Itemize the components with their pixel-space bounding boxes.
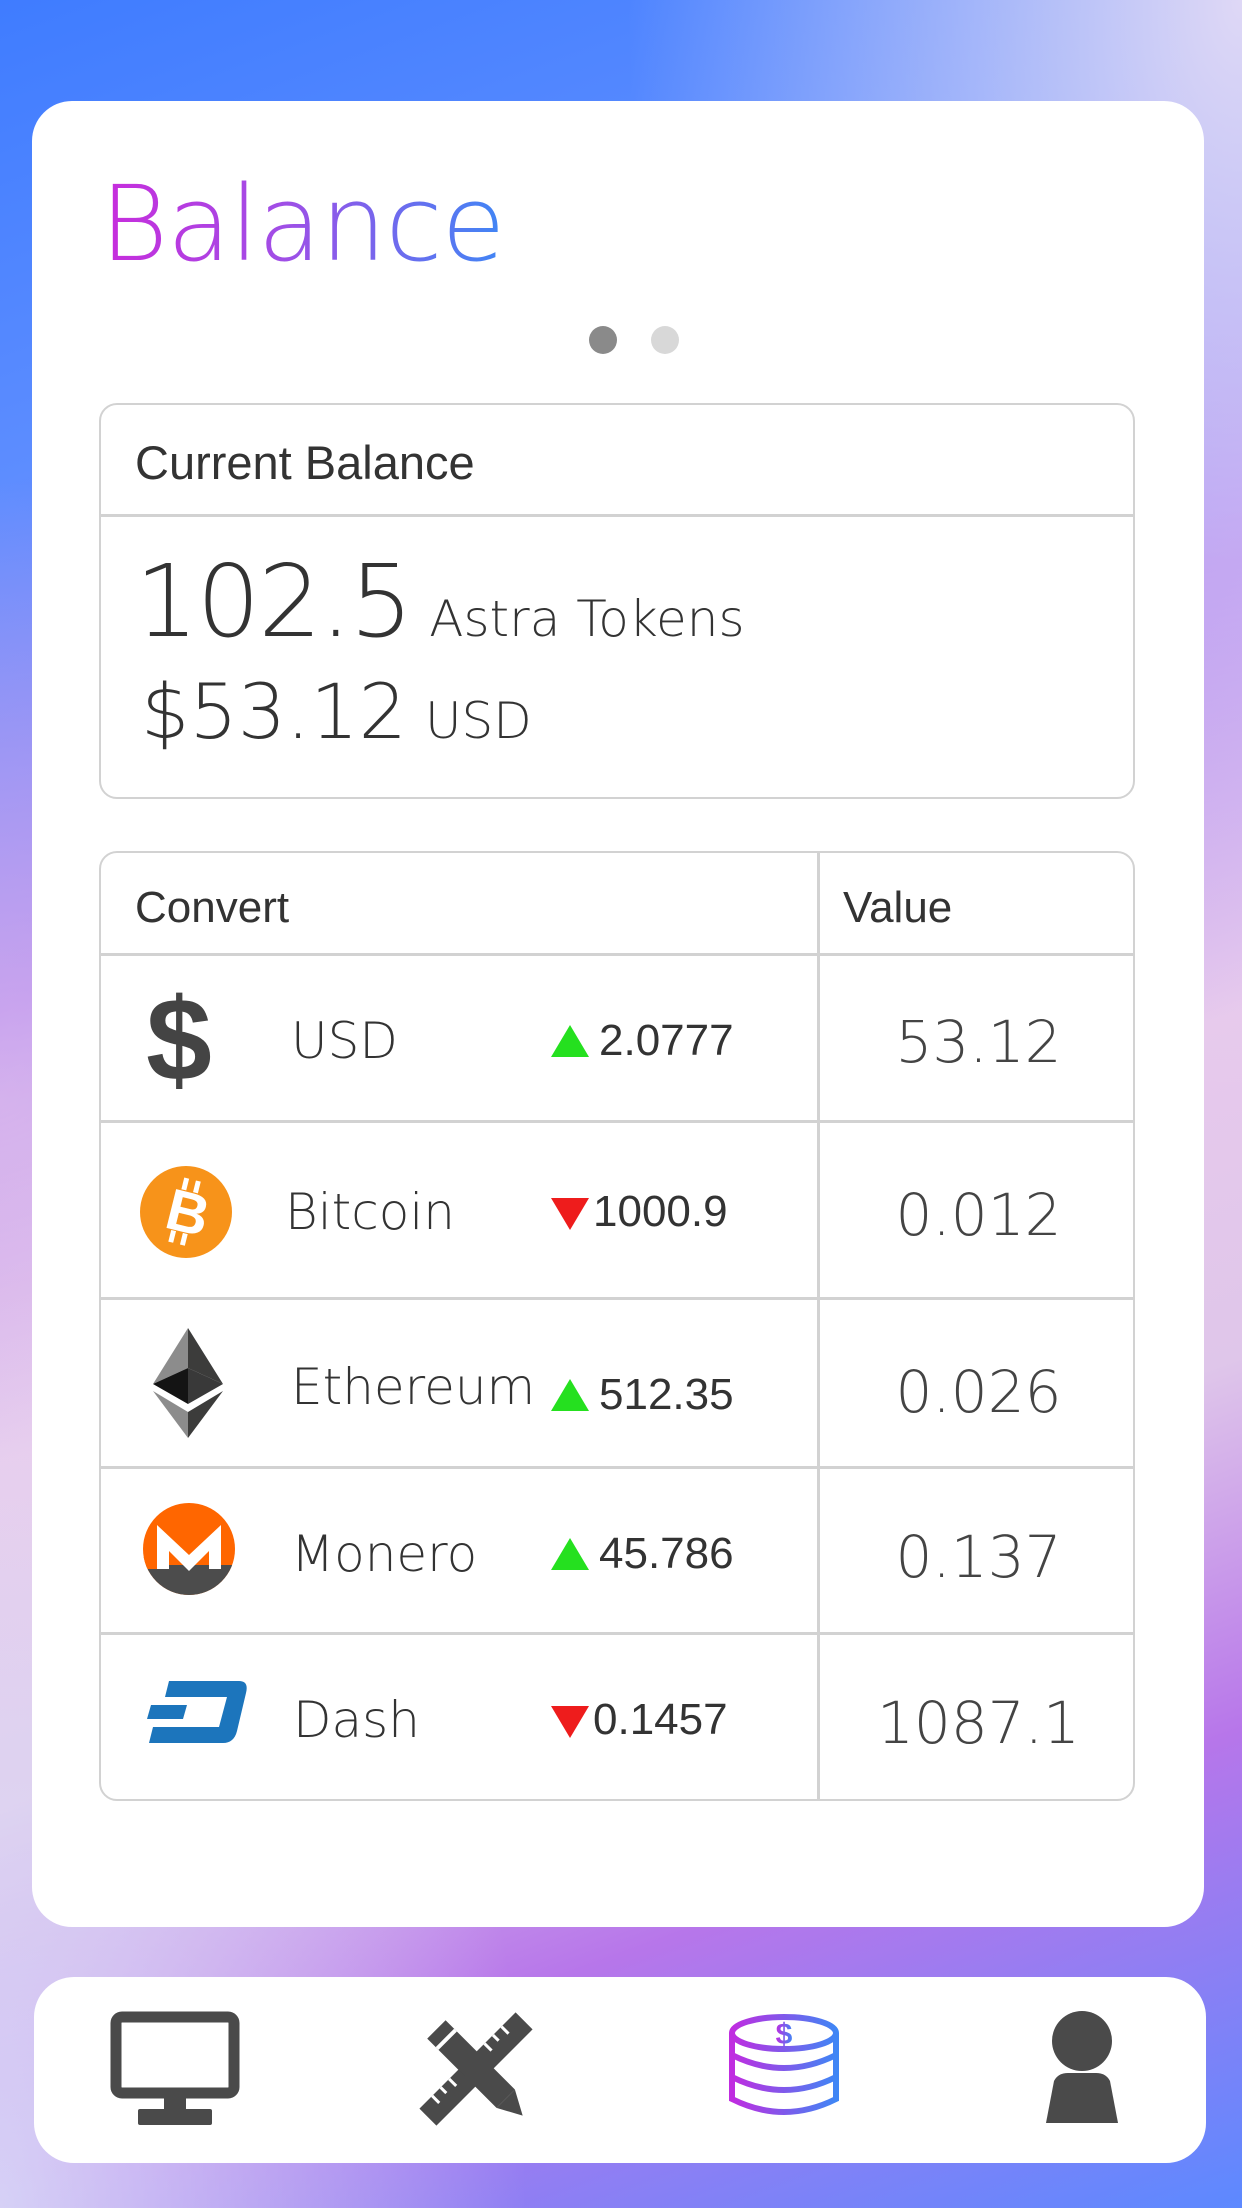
- page-indicator[interactable]: [32, 326, 1204, 354]
- change-value: 45.786: [599, 1529, 734, 1578]
- convert-column-header: Convert: [135, 883, 290, 932]
- down-arrow-icon: [551, 1706, 589, 1738]
- current-balance-panel: Current Balance 102.5 Astra Tokens $53.12…: [99, 403, 1135, 799]
- change-value: 512.35: [599, 1370, 734, 1419]
- down-arrow-icon: [551, 1198, 589, 1230]
- user-icon: [1046, 2011, 1118, 2123]
- converted-value: 1087.1: [877, 1689, 1080, 1757]
- dollar-icon: $: [139, 974, 219, 1106]
- price-change: 512.35: [551, 1370, 734, 1420]
- table-row[interactable]: Monero 45.786 0.137: [101, 1469, 1133, 1635]
- token-unit: Astra Tokens: [429, 590, 745, 648]
- svg-text:$: $: [776, 2018, 793, 2051]
- price-change: 2.0777: [551, 1016, 734, 1066]
- price-change: 1000.9: [551, 1187, 728, 1237]
- table-row[interactable]: Dash 0.1457 1087.1: [101, 1635, 1133, 1799]
- bottom-nav: $: [34, 1977, 1206, 2163]
- token-balance: 102.5 Astra Tokens: [135, 543, 745, 660]
- table-row[interactable]: Ethereum 512.35 0.026: [101, 1300, 1133, 1469]
- converted-value: 0.012: [895, 1181, 1062, 1249]
- change-value: 0.1457: [593, 1695, 728, 1744]
- table-row[interactable]: $ USD 2.0777 53.12: [101, 956, 1133, 1123]
- nav-balance[interactable]: $: [724, 2011, 864, 2131]
- monero-icon: [143, 1503, 235, 1600]
- nav-monitor[interactable]: [110, 2011, 250, 2131]
- page-dot-1[interactable]: [589, 326, 617, 354]
- usd-unit: USD: [424, 692, 532, 750]
- convert-table: Convert Value $ USD 2.0777 53.12 B Bitco…: [99, 851, 1135, 1801]
- monitor-icon: [110, 2011, 240, 2125]
- dash-icon: [143, 1681, 247, 1748]
- coin-name: USD: [291, 1012, 398, 1070]
- up-arrow-icon: [551, 1538, 589, 1570]
- converted-value: 53.12: [895, 1008, 1062, 1076]
- value-column-header: Value: [843, 883, 953, 932]
- table-row[interactable]: B Bitcoin 1000.9 0.012: [101, 1123, 1133, 1300]
- coin-name: Monero: [291, 1525, 478, 1583]
- pencil-ruler-icon: [419, 2012, 533, 2126]
- coins-icon: $: [729, 2014, 839, 2115]
- converted-value: 0.137: [895, 1523, 1062, 1591]
- page-title: Balance: [100, 159, 506, 289]
- price-change: 0.1457: [551, 1695, 728, 1745]
- nav-profile[interactable]: [1032, 2011, 1172, 2131]
- up-arrow-icon: [551, 1025, 589, 1057]
- svg-text:$: $: [146, 988, 212, 1092]
- price-change: 45.786: [551, 1529, 734, 1579]
- ethereum-icon: [153, 1328, 223, 1443]
- nav-tools[interactable]: [416, 2011, 556, 2131]
- change-value: 2.0777: [599, 1016, 734, 1065]
- token-amount: 102.5: [135, 543, 413, 660]
- page-dot-2[interactable]: [651, 326, 679, 354]
- coin-name: Bitcoin: [285, 1183, 455, 1241]
- up-arrow-icon: [551, 1379, 589, 1411]
- coin-name: Ethereum: [291, 1358, 536, 1416]
- balance-card: Balance Current Balance 102.5 Astra Token…: [32, 101, 1204, 1927]
- bitcoin-icon: B: [139, 1165, 233, 1264]
- current-balance-header: Current Balance: [101, 405, 1133, 517]
- coin-name: Dash: [293, 1691, 420, 1749]
- change-value: 1000.9: [593, 1187, 728, 1236]
- usd-balance: $53.12 USD: [141, 667, 532, 756]
- converted-value: 0.026: [895, 1358, 1062, 1426]
- usd-amount: $53.12: [141, 667, 407, 756]
